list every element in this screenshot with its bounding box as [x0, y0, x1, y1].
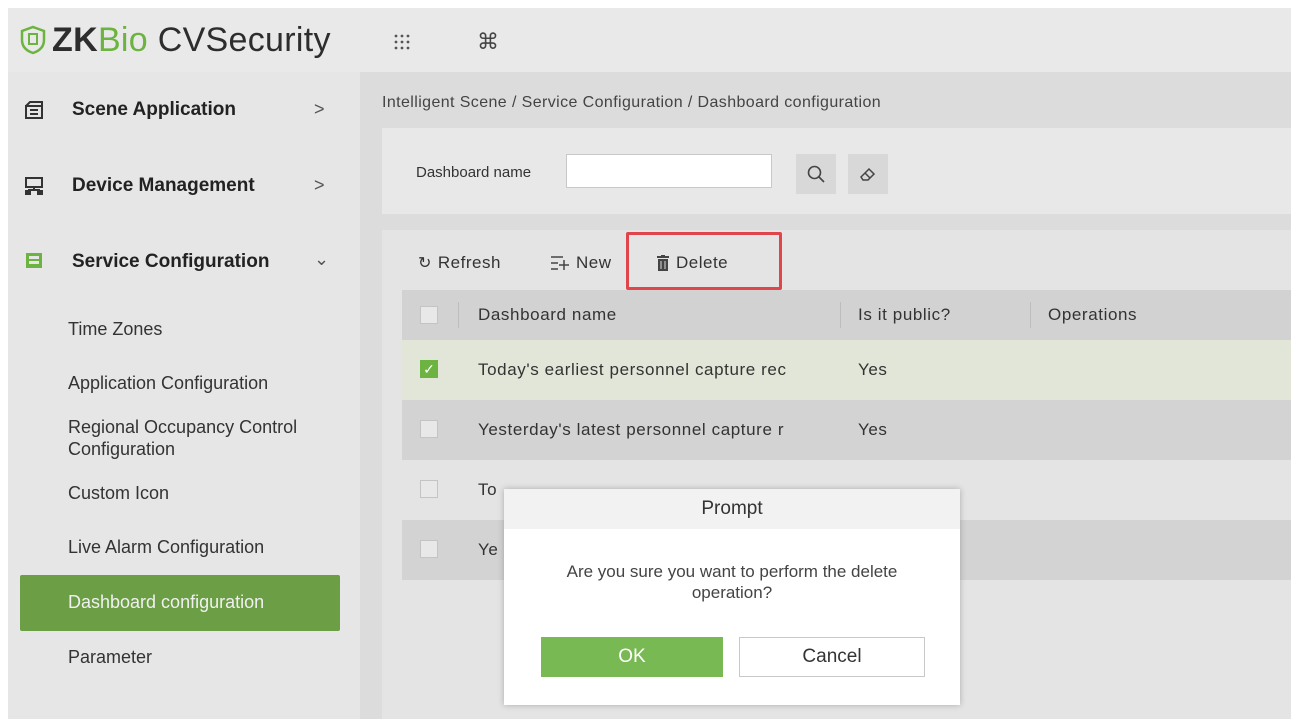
table-row[interactable]: Yesterday's latest personnel capture r Y…: [402, 400, 1291, 460]
service-icon: [26, 253, 42, 268]
app-logo[interactable]: ZKBio CVSecurity: [20, 20, 331, 60]
new-button[interactable]: New: [550, 250, 612, 276]
filter-panel: Dashboard name: [382, 128, 1291, 214]
new-label: New: [576, 253, 612, 272]
ok-button[interactable]: OK: [541, 637, 723, 677]
search-button[interactable]: [796, 154, 836, 194]
row-dashboard-name: Today's earliest personnel capture rec: [478, 360, 787, 379]
submenu: Time Zones Application Configuration Reg…: [8, 302, 360, 719]
submenu-item-time-zones[interactable]: Time Zones: [68, 318, 162, 340]
refresh-icon: ↻: [418, 255, 432, 272]
dashboard-name-label: Dashboard name: [416, 164, 532, 181]
submenu-item-application-configuration[interactable]: Application Configuration: [68, 372, 268, 394]
menu-label: Scene Application: [72, 99, 236, 120]
submenu-item-live-alarm[interactable]: Live Alarm Configuration: [68, 536, 264, 558]
submenu-item-custom-icon[interactable]: Custom Icon: [68, 482, 169, 504]
refresh-button[interactable]: ↻ Refresh: [418, 250, 501, 276]
cancel-button[interactable]: Cancel: [739, 637, 925, 677]
column-divider: [1030, 302, 1031, 328]
scene-icon: [25, 101, 43, 119]
dialog-message: Are you sure you want to perform the del…: [524, 561, 940, 603]
chevron-right-icon: >: [314, 99, 325, 119]
sidebar-item-service-configuration[interactable]: Service Configuration ⌄: [8, 224, 360, 300]
search-icon: [807, 165, 825, 183]
column-header-is-public[interactable]: Is it public?: [858, 305, 951, 325]
dialog-message-line: Are you sure you want to perform the del…: [566, 562, 898, 581]
row-checkbox-checked[interactable]: ✓: [420, 360, 438, 378]
chevron-right-icon: >: [314, 175, 325, 195]
command-icon[interactable]: ⌘: [474, 28, 502, 56]
clear-button[interactable]: [848, 154, 888, 194]
top-bar: ZKBio CVSecurity ⌘: [8, 8, 1291, 72]
column-divider: [458, 302, 459, 328]
breadcrumb: Intelligent Scene / Service Configuratio…: [382, 94, 882, 111]
new-list-icon: [551, 256, 569, 270]
row-checkbox[interactable]: [420, 420, 438, 438]
table-row[interactable]: ✓ Today's earliest personnel capture rec…: [402, 340, 1291, 400]
device-icon: [25, 177, 43, 195]
row-checkbox[interactable]: [420, 480, 438, 498]
dialog-message-line: operation?: [691, 583, 773, 602]
sidebar: Scene Application > Device Management > …: [8, 72, 360, 719]
apps-grid-icon[interactable]: [388, 28, 416, 56]
submenu-item-regional-occupancy[interactable]: Regional Occupancy Control Configuration: [68, 416, 338, 460]
row-dashboard-name: Yesterday's latest personnel capture r: [478, 420, 785, 439]
refresh-label: Refresh: [437, 253, 501, 272]
sidebar-item-device-management[interactable]: Device Management >: [8, 148, 360, 224]
row-is-public: Yes: [858, 420, 888, 439]
logo-text: ZKBio CVSecurity: [52, 21, 331, 59]
submenu-item-parameter[interactable]: Parameter: [68, 646, 152, 668]
dialog-title: Prompt: [504, 489, 960, 529]
row-is-public: Yes: [858, 360, 888, 379]
sidebar-item-scene-application[interactable]: Scene Application >: [8, 72, 360, 148]
menu-label: Service Configuration: [72, 251, 270, 272]
chevron-down-icon: ⌄: [314, 249, 330, 269]
column-header-operations: Operations: [1048, 305, 1138, 324]
eraser-icon: [860, 167, 876, 181]
column-header-dashboard-name[interactable]: Dashboard name: [478, 305, 617, 325]
menu-label: Device Management: [72, 175, 255, 196]
shield-logo-icon: [20, 25, 46, 55]
column-divider: [840, 302, 841, 328]
dashboard-name-input[interactable]: [566, 154, 772, 188]
row-checkbox[interactable]: [420, 540, 438, 558]
select-all-checkbox[interactable]: [420, 306, 438, 324]
table-header: Dashboard name Is it public? Operations: [402, 290, 1291, 340]
submenu-item-dashboard-configuration[interactable]: Dashboard configuration: [20, 575, 340, 631]
delete-highlight-box: [626, 232, 782, 290]
submenu-active-label: Dashboard configuration: [68, 592, 265, 612]
confirm-dialog: Prompt Are you sure you want to perform …: [504, 489, 960, 705]
